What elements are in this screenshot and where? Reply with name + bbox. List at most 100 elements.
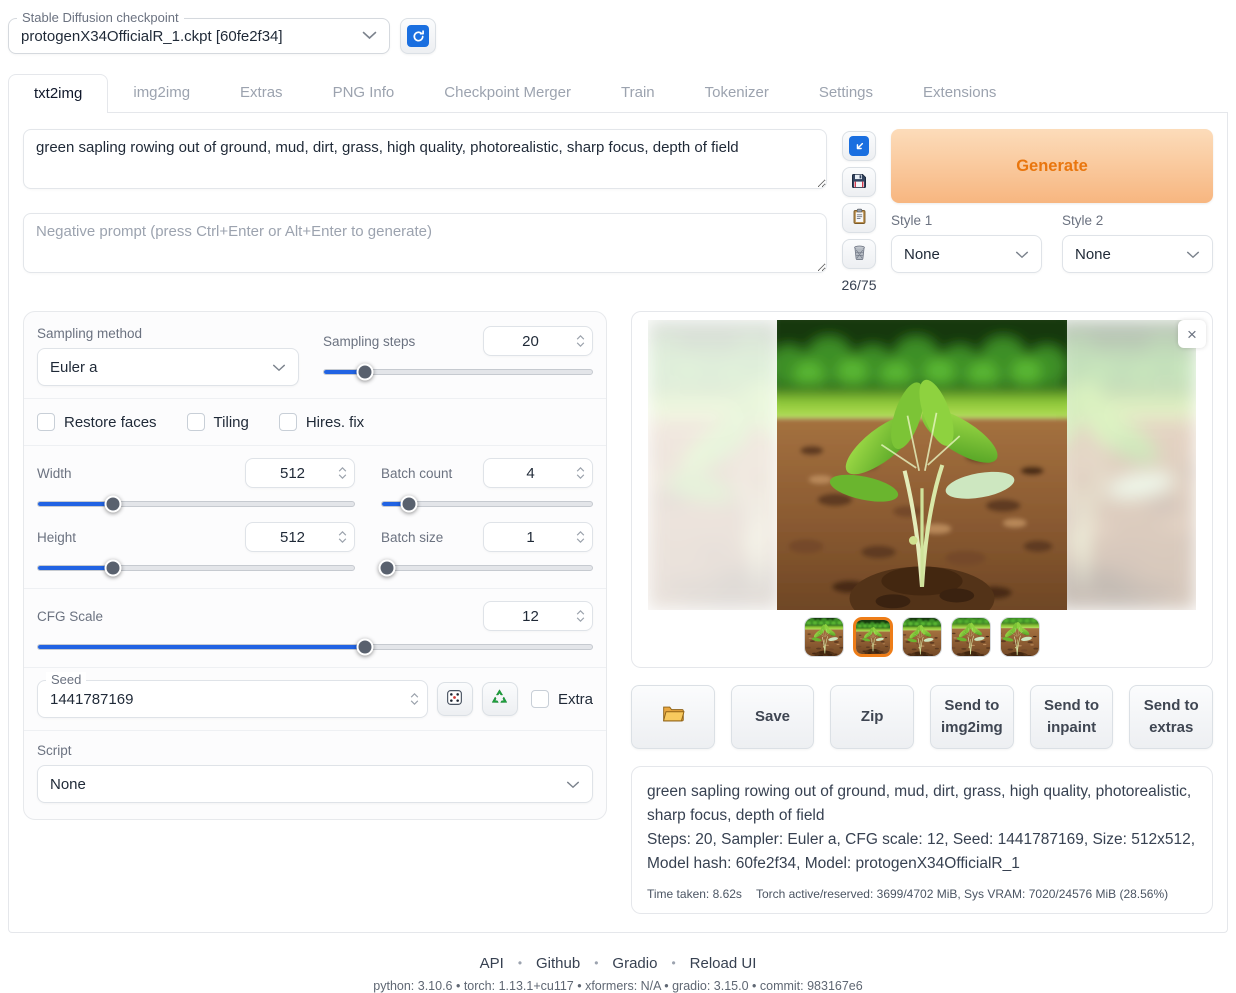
- slider-handle[interactable]: [379, 560, 396, 577]
- chevron-down-icon: [1015, 246, 1029, 263]
- chevron-down-icon: [362, 27, 377, 45]
- reuse-seed-button[interactable]: [482, 682, 518, 716]
- seed-input[interactable]: Seed: [37, 680, 428, 718]
- footer-link-api[interactable]: API: [480, 955, 504, 972]
- width-label: Width: [37, 466, 72, 481]
- spinner-arrows-icon[interactable]: [335, 531, 347, 543]
- style1-value: None: [904, 246, 940, 263]
- seed-label: Seed: [46, 672, 86, 687]
- generated-image[interactable]: [777, 320, 1067, 610]
- cfg-scale-slider[interactable]: [37, 639, 593, 655]
- footer-link-gradio[interactable]: Gradio: [612, 955, 657, 972]
- divider: [24, 667, 606, 668]
- separator-dot: •: [671, 956, 675, 970]
- checkpoint-row: Stable Diffusion checkpoint protogenX34O…: [8, 18, 1228, 54]
- divider: [24, 398, 606, 399]
- slider-handle[interactable]: [357, 639, 374, 656]
- checkbox-icon: [37, 413, 55, 431]
- gallery-thumbnail[interactable]: [1000, 617, 1040, 657]
- batch-count-slider[interactable]: [381, 496, 593, 512]
- width-input[interactable]: [245, 458, 355, 488]
- negative-prompt-input[interactable]: [23, 213, 827, 273]
- txt2img-panel: green sapling rowing out of ground, mud,…: [8, 113, 1228, 933]
- apply-style-button[interactable]: [842, 203, 876, 233]
- dice-icon: [445, 688, 464, 710]
- tab-txt2img[interactable]: txt2img: [8, 74, 108, 113]
- extra-seed-checkbox[interactable]: Extra: [531, 690, 593, 708]
- time-taken: Time taken: 8.62s: [647, 887, 742, 901]
- arrow-down-left-icon: [849, 136, 869, 156]
- tab-extras[interactable]: Extras: [215, 74, 308, 112]
- send-to-img2img-button[interactable]: Send to img2img: [930, 685, 1014, 749]
- main-tabs: txt2img img2img Extras PNG Info Checkpoi…: [8, 74, 1228, 113]
- batch-size-label: Batch size: [381, 530, 443, 545]
- close-gallery-button[interactable]: ×: [1178, 320, 1206, 348]
- cfg-scale-input[interactable]: [483, 601, 593, 631]
- hires-fix-label: Hires. fix: [306, 414, 364, 431]
- open-folder-button[interactable]: [631, 685, 715, 749]
- style2-label: Style 2: [1062, 213, 1213, 228]
- generate-button[interactable]: Generate: [891, 129, 1213, 203]
- width-slider[interactable]: [37, 496, 355, 512]
- hires-fix-checkbox[interactable]: Hires. fix: [279, 413, 364, 431]
- tab-png-info[interactable]: PNG Info: [308, 74, 420, 112]
- sampling-steps-input[interactable]: [483, 326, 593, 356]
- send-to-inpaint-button[interactable]: Send to inpaint: [1030, 685, 1114, 749]
- gallery-thumbnail-selected[interactable]: [853, 617, 893, 657]
- spinner-arrows-icon[interactable]: [573, 531, 585, 543]
- spinner-arrows-icon[interactable]: [407, 693, 419, 705]
- footer: API • Github • Gradio • Reload UI python…: [8, 955, 1228, 993]
- prompt-input[interactable]: green sapling rowing out of ground, mud,…: [23, 129, 827, 189]
- tab-train[interactable]: Train: [596, 74, 680, 112]
- slider-handle[interactable]: [400, 496, 417, 513]
- height-slider[interactable]: [37, 560, 355, 576]
- checkpoint-value: protogenX34OfficialR_1.ckpt [60fe2f34]: [21, 28, 362, 45]
- send-to-extras-button[interactable]: Send to extras: [1129, 685, 1213, 749]
- gallery-thumbnail[interactable]: [951, 617, 991, 657]
- gallery-thumbnail[interactable]: [804, 617, 844, 657]
- refresh-icon: [407, 25, 429, 47]
- tab-img2img[interactable]: img2img: [108, 74, 215, 112]
- height-label: Height: [37, 530, 76, 545]
- batch-count-input[interactable]: [483, 458, 593, 488]
- paste-params-button[interactable]: [842, 131, 876, 161]
- spinner-arrows-icon[interactable]: [335, 467, 347, 479]
- chevron-down-icon: [1186, 246, 1200, 263]
- style1-dropdown[interactable]: None: [891, 235, 1042, 273]
- restore-faces-checkbox[interactable]: Restore faces: [37, 413, 157, 431]
- restore-faces-label: Restore faces: [64, 414, 157, 431]
- script-label: Script: [37, 743, 593, 758]
- batch-size-slider[interactable]: [381, 560, 593, 576]
- sampling-method-value: Euler a: [50, 359, 98, 376]
- script-dropdown[interactable]: None: [37, 765, 593, 803]
- save-button[interactable]: Save: [731, 685, 815, 749]
- tab-settings[interactable]: Settings: [794, 74, 898, 112]
- trash-icon: [851, 244, 868, 264]
- footer-link-reload-ui[interactable]: Reload UI: [690, 955, 757, 972]
- tab-tokenizer[interactable]: Tokenizer: [680, 74, 794, 112]
- sampling-method-dropdown[interactable]: Euler a: [37, 348, 299, 386]
- gallery-side-preview: [1056, 320, 1196, 610]
- clear-prompt-button[interactable]: [842, 239, 876, 269]
- slider-handle[interactable]: [105, 560, 122, 577]
- spinner-arrows-icon[interactable]: [573, 610, 585, 622]
- height-input[interactable]: [245, 522, 355, 552]
- checkpoint-dropdown[interactable]: Stable Diffusion checkpoint protogenX34O…: [8, 18, 390, 54]
- style2-dropdown[interactable]: None: [1062, 235, 1213, 273]
- random-seed-button[interactable]: [437, 682, 473, 716]
- footer-link-github[interactable]: Github: [536, 955, 580, 972]
- save-style-button[interactable]: [842, 167, 876, 197]
- refresh-checkpoints-button[interactable]: [400, 18, 436, 54]
- tiling-checkbox[interactable]: Tiling: [187, 413, 249, 431]
- slider-handle[interactable]: [356, 364, 373, 381]
- sampling-steps-slider[interactable]: [323, 364, 593, 380]
- slider-handle[interactable]: [105, 496, 122, 513]
- tab-checkpoint-merger[interactable]: Checkpoint Merger: [419, 74, 596, 112]
- spinner-arrows-icon[interactable]: [573, 335, 585, 347]
- tab-extensions[interactable]: Extensions: [898, 74, 1021, 112]
- spinner-arrows-icon[interactable]: [573, 467, 585, 479]
- gallery-thumbnail[interactable]: [902, 617, 942, 657]
- zip-button[interactable]: Zip: [830, 685, 914, 749]
- generation-info: green sapling rowing out of ground, mud,…: [631, 766, 1213, 914]
- batch-size-input[interactable]: [483, 522, 593, 552]
